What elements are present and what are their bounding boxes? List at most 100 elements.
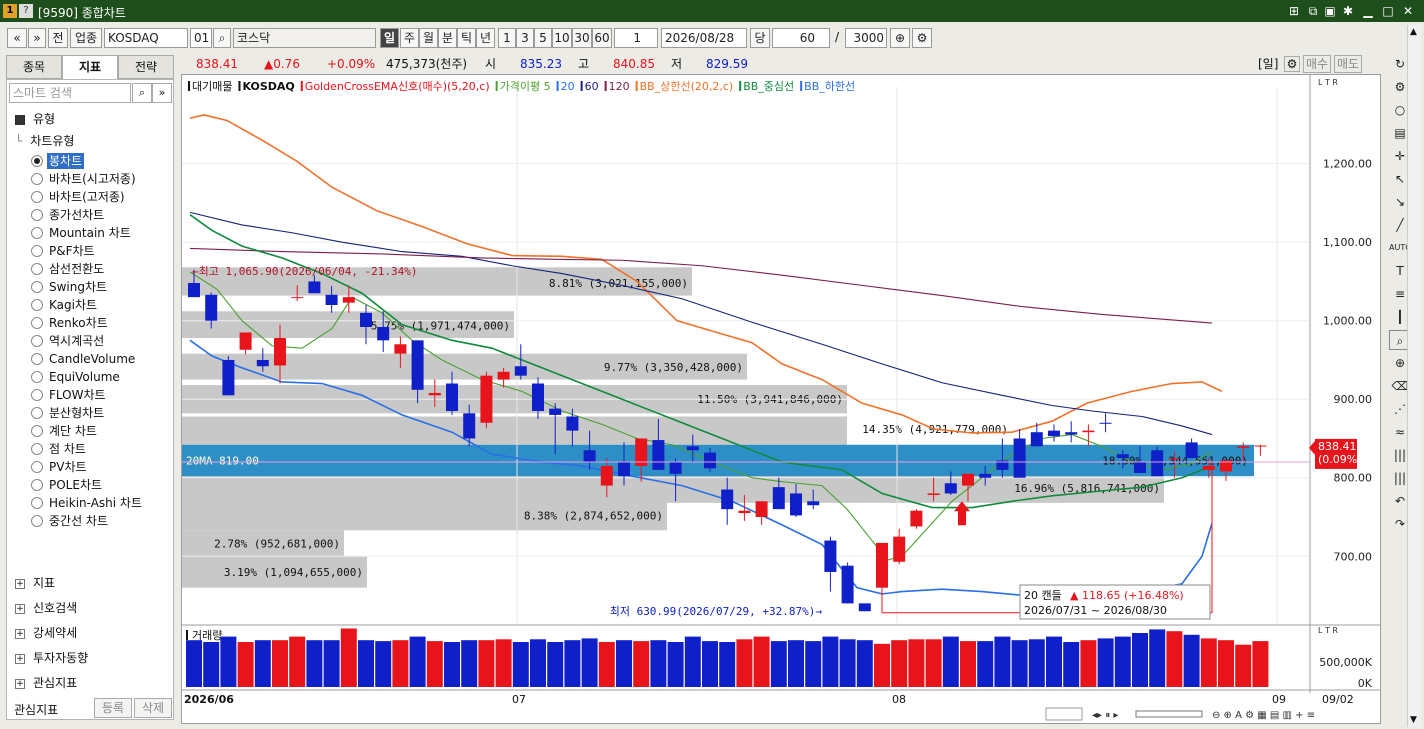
period-day[interactable]: 일 — [380, 28, 399, 48]
tab-strategy[interactable]: 전략 — [118, 55, 174, 79]
radio-11[interactable] — [31, 353, 43, 365]
search-icon[interactable]: ⌕ — [132, 83, 152, 103]
chart-type-item[interactable]: 바차트(고저종) — [47, 189, 127, 205]
register-button[interactable]: 등록 — [94, 698, 132, 718]
radio-1[interactable] — [31, 173, 43, 185]
smart-search-input[interactable]: 스마트 검색 — [9, 83, 131, 103]
radio-14[interactable] — [31, 407, 43, 419]
period-year[interactable]: 년 — [476, 28, 495, 48]
sell-button[interactable]: 매도 — [1334, 55, 1362, 73]
gear-icon[interactable]: ⚙ — [912, 28, 932, 48]
link-icon[interactable]: ⧉ — [1305, 3, 1321, 19]
upjong-button[interactable]: 업종 — [70, 28, 102, 48]
chart-type-item[interactable]: 종가선차트 — [47, 207, 106, 223]
chart-type-item[interactable]: CandleVolume — [47, 351, 137, 367]
scroll-up-icon[interactable]: ▲ — [1410, 27, 1417, 37]
chart-type-item[interactable]: FLOW차트 — [47, 387, 108, 403]
radio-18[interactable] — [31, 479, 43, 491]
camera-icon[interactable]: ▣ — [1322, 3, 1338, 19]
chart-type-item[interactable]: 점 차트 — [47, 441, 88, 457]
radio-17[interactable] — [31, 461, 43, 473]
period-tick[interactable]: 틱 — [457, 28, 476, 48]
radio-13[interactable] — [31, 389, 43, 401]
count-input[interactable]: 1 — [614, 28, 658, 48]
expand-icon[interactable]: + — [15, 603, 25, 614]
code-input[interactable]: 01 — [190, 28, 212, 48]
period-minute[interactable]: 분 — [438, 28, 457, 48]
n2-input[interactable]: 3000 — [845, 28, 887, 48]
radio-15[interactable] — [31, 425, 43, 437]
jeon-button[interactable]: 전 — [48, 28, 68, 48]
tab-stock[interactable]: 종목 — [6, 55, 62, 79]
chart-type-item[interactable]: EquiVolume — [47, 369, 122, 385]
radio-2[interactable] — [31, 191, 43, 203]
delete-button[interactable]: 삭제 — [134, 698, 172, 718]
chart-type-item[interactable]: P&F차트 — [47, 243, 97, 259]
group-item[interactable]: + 지표 — [15, 574, 55, 591]
radio-8[interactable] — [31, 299, 43, 311]
radio-10[interactable] — [31, 335, 43, 347]
search-icon[interactable]: ⌕ — [213, 28, 231, 48]
radio-6[interactable] — [31, 263, 43, 275]
radio-7[interactable] — [31, 281, 43, 293]
chart-type-item[interactable]: 역시계곡선 — [47, 333, 106, 349]
expand-icon[interactable]: + — [15, 628, 25, 639]
tab-indicator[interactable]: 지표 — [62, 55, 118, 79]
n-10[interactable]: 10 — [552, 28, 572, 48]
chart-type-item[interactable]: Mountain 차트 — [47, 225, 133, 241]
radio-20[interactable] — [31, 515, 43, 527]
chart-type-item[interactable]: 바차트(시고저종) — [47, 171, 138, 187]
radio-9[interactable] — [31, 317, 43, 329]
zoom-plus-icon[interactable]: ⊕ — [890, 28, 910, 48]
n1-input[interactable]: 60 — [772, 28, 830, 48]
prev-button[interactable]: « — [7, 28, 27, 48]
n-5[interactable]: 5 — [534, 28, 552, 48]
chart-type-item[interactable]: Renko차트 — [47, 315, 110, 331]
group-item[interactable]: + 신호검색 — [15, 599, 77, 616]
scroll-down-icon[interactable]: ▼ — [1410, 715, 1417, 725]
pin-icon[interactable]: ⊞ — [1286, 3, 1302, 19]
minimize-icon[interactable]: ▁ — [1360, 3, 1376, 19]
expand-icon[interactable]: + — [15, 678, 25, 689]
chart-type-item[interactable]: 중간선 차트 — [47, 513, 110, 529]
group-item[interactable]: + 강세약세 — [15, 624, 77, 641]
expand-icon[interactable]: + — [15, 653, 25, 664]
chart-area[interactable]: 20MA 819.00 8.81% (3,021,155,000) 5.75% (1… — [181, 74, 1381, 724]
date-input[interactable]: 2026/08/28 — [661, 28, 747, 48]
n-1[interactable]: 1 — [498, 28, 516, 48]
chart-type-item[interactable]: Kagi차트 — [47, 297, 99, 313]
radio-5[interactable] — [31, 245, 43, 257]
chart-type-item[interactable]: 계단 차트 — [47, 423, 99, 439]
settings-small-icon[interactable]: ⚙ — [1284, 56, 1300, 72]
settings-icon[interactable]: ✱ — [1340, 3, 1356, 19]
chart-type-item[interactable]: 삼선전환도 — [47, 261, 106, 277]
chart-svg[interactable]: 20MA 819.008.81% (3,021,155,000)5.75% (1… — [182, 75, 1380, 723]
group-item[interactable]: + 투자자동향 — [15, 649, 88, 666]
radio-12[interactable] — [31, 371, 43, 383]
chart-type-item[interactable]: 분산형차트 — [47, 405, 106, 421]
chart-type-item[interactable]: Heikin-Ashi 차트 — [47, 495, 144, 511]
buy-button[interactable]: 매수 — [1303, 55, 1331, 73]
radio-16[interactable] — [31, 443, 43, 455]
expand-icon[interactable]: + — [15, 578, 25, 589]
close-icon[interactable]: ✕ — [1400, 3, 1416, 19]
radio-3[interactable] — [31, 209, 43, 221]
chevron-down-icon[interactable]: » — [152, 83, 172, 103]
n-30[interactable]: 30 — [572, 28, 592, 48]
radio-4[interactable] — [31, 227, 43, 239]
down-button[interactable]: » — [28, 28, 46, 48]
dang-button[interactable]: 당 — [750, 28, 770, 48]
market-select[interactable]: KOSDAQ — [104, 28, 188, 48]
radio-0[interactable] — [31, 155, 43, 167]
group-item[interactable]: + 관심지표 — [15, 674, 77, 691]
n-3[interactable]: 3 — [516, 28, 534, 48]
chart-type-item[interactable]: Swing차트 — [47, 279, 109, 295]
chart-type-item[interactable]: PV차트 — [47, 459, 89, 475]
help-icon[interactable]: ? — [19, 4, 33, 18]
chart-type-item[interactable]: 봉차트 — [47, 153, 85, 169]
vertical-scrollbar[interactable]: ▲ ▼ — [1407, 25, 1421, 727]
period-week[interactable]: 주 — [400, 28, 419, 48]
type-header[interactable]: 유형 — [15, 110, 55, 128]
chart-type-item[interactable]: POLE차트 — [47, 477, 104, 493]
radio-19[interactable] — [31, 497, 43, 509]
